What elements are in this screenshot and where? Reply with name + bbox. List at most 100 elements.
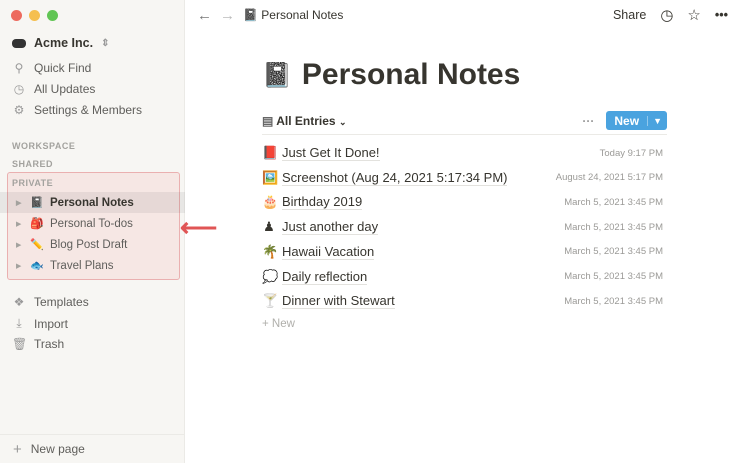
list-item[interactable]: 💭 Daily reflection March 5, 2021 3:45 PM (262, 266, 663, 288)
entry-name[interactable]: Dinner with Stewart (282, 293, 395, 310)
view-selector[interactable]: ▤ All Entries ⌄ (262, 114, 346, 128)
plus-icon: + (262, 318, 269, 330)
list-view-icon: ▤ (262, 113, 274, 128)
sidebar-page-personal-todos[interactable]: ▶ 🎒 Personal To-dos (0, 213, 185, 234)
add-new-entry-button[interactable]: + New (262, 318, 295, 330)
expand-triangle-icon[interactable]: ▶ (16, 199, 24, 207)
sidebar-item-label: Quick Find (34, 61, 92, 75)
more-options-icon[interactable]: ••• (715, 8, 728, 22)
chevron-updown-icon: ⇕ (101, 37, 110, 49)
fish-icon: 🐟 (30, 260, 44, 272)
sidebar-page-personal-notes[interactable]: ▶ 📓 Personal Notes (0, 192, 185, 213)
section-workspace[interactable]: WORKSPACE (12, 141, 75, 151)
add-new-label: New (271, 318, 295, 330)
entry-date: March 5, 2021 3:45 PM (564, 196, 663, 208)
notebook-icon: 📓 (30, 197, 44, 209)
workspace-logo-icon (12, 38, 26, 48)
entry-name[interactable]: Daily reflection (282, 269, 368, 285)
entry-date: March 5, 2021 3:45 PM (564, 295, 663, 307)
breadcrumb-label: Personal Notes (261, 8, 344, 22)
notebook-icon: 📓 (243, 8, 258, 22)
new-button-label: New (614, 113, 640, 128)
list-item[interactable]: 🎂 Birthday 2019 March 5, 2021 3:45 PM (262, 191, 663, 213)
list-item[interactable]: 📕 Just Get It Done! Today 9:17 PM (262, 142, 663, 164)
workspace-name: Acme Inc. (34, 36, 94, 50)
entry-emoji-icon: 🎂 (262, 194, 279, 210)
workspace-switcher[interactable]: Acme Inc. ⇕ (12, 36, 109, 50)
plus-icon: + (13, 440, 22, 458)
star-icon[interactable]: ☆ (687, 6, 700, 24)
list-item[interactable]: 🌴 Hawaii Vacation March 5, 2021 3:45 PM (262, 241, 663, 263)
gear-icon: ⚙ (13, 103, 25, 117)
sidebar-item-label: Settings & Members (34, 103, 143, 117)
window-controls (11, 10, 58, 21)
notebook-icon: 📓 (262, 61, 292, 89)
pencil-icon: ✏️ (30, 239, 44, 251)
entry-emoji-icon: 🍸 (262, 293, 279, 309)
page-title-text: Personal Notes (301, 58, 521, 91)
sidebar-page-travel-plans[interactable]: ▶ 🐟 Travel Plans (0, 255, 185, 276)
view-name: All Entries (276, 113, 336, 128)
new-page-label: New page (30, 442, 85, 456)
forward-arrow-icon[interactable]: → (220, 7, 235, 24)
entry-name[interactable]: Hawaii Vacation (282, 244, 375, 260)
expand-triangle-icon[interactable]: ▶ (16, 262, 24, 270)
sidebar-page-blog-post-draft[interactable]: ▶ ✏️ Blog Post Draft (0, 234, 185, 255)
topbar: ← → 📓 Personal Notes Share ◷ ☆ ••• (185, 0, 740, 30)
share-button[interactable]: Share (613, 8, 646, 22)
expand-triangle-icon[interactable]: ▶ (16, 220, 24, 228)
sidebar-item-all-updates[interactable]: ◷ All Updates (12, 82, 96, 96)
expand-triangle-icon[interactable]: ▶ (16, 241, 24, 249)
page-label: Personal To-dos (50, 217, 133, 230)
entry-emoji-icon: 🌴 (262, 243, 279, 259)
list-item[interactable]: 🍸 Dinner with Stewart March 5, 2021 3:45 P… (262, 290, 663, 312)
search-icon: ⚲ (14, 61, 24, 75)
entry-name[interactable]: Screenshot (Aug 24, 2021 5:17:34 PM) (282, 170, 508, 186)
trash-icon: 🗑 (12, 337, 28, 351)
new-page-button[interactable]: + New page (0, 434, 185, 463)
entry-date: March 5, 2021 3:45 PM (564, 221, 663, 233)
sidebar-item-label: Trash (34, 337, 65, 351)
chevron-down-icon: ⌄ (338, 116, 347, 127)
section-shared[interactable]: SHARED (12, 159, 53, 169)
new-entry-button[interactable]: New ▼ (606, 111, 667, 130)
sidebar-item-label: Import (34, 316, 69, 331)
sidebar-item-trash[interactable]: 🗑 Trash (12, 337, 64, 351)
section-private[interactable]: PRIVATE (12, 178, 53, 188)
maximize-window-button[interactable] (47, 10, 58, 21)
entry-date: August 24, 2021 5:17 PM (555, 172, 663, 184)
close-window-button[interactable] (11, 10, 22, 21)
back-arrow-icon[interactable]: ← (197, 7, 212, 24)
entry-emoji-icon: 🖼️ (262, 169, 279, 185)
sidebar-item-templates[interactable]: ❖ Templates (12, 295, 89, 309)
annotation-arrow-icon: ⟵ (180, 212, 218, 242)
sidebar-item-settings[interactable]: ⚙ Settings & Members (12, 103, 142, 117)
import-icon: ⤓ (16, 316, 22, 330)
entry-name[interactable]: Birthday 2019 (282, 194, 363, 211)
clock-icon: ◷ (13, 82, 25, 96)
sidebar-item-quick-find[interactable]: ⚲ Quick Find (12, 61, 92, 75)
more-options-icon[interactable]: ··· (582, 114, 594, 128)
page-label: Personal Notes (50, 196, 134, 209)
page-title: 📓 Personal Notes (262, 58, 520, 92)
entry-name[interactable]: Just another day (282, 219, 379, 236)
sidebar-item-import[interactable]: ⤓ Import (12, 316, 68, 331)
database-toolbar: ▤ All Entries ⌄ ··· New ▼ (262, 107, 667, 135)
entry-emoji-icon: ♟ (263, 219, 275, 235)
page-label: Travel Plans (50, 259, 114, 272)
list-item[interactable]: ♟ Just another day March 5, 2021 3:45 PM (262, 216, 663, 238)
entry-date: March 5, 2021 3:45 PM (564, 271, 663, 282)
entry-emoji-icon: 📕 (262, 145, 279, 160)
minimize-window-button[interactable] (29, 10, 40, 21)
entry-name[interactable]: Just Get It Done! (282, 145, 380, 161)
sidebar-item-label: All Updates (34, 82, 96, 96)
templates-icon: ❖ (13, 295, 25, 309)
breadcrumb[interactable]: 📓 Personal Notes (243, 8, 343, 22)
sidebar: Acme Inc. ⇕ ⚲ Quick Find ◷ All Updates ⚙ Se… (0, 0, 185, 463)
entry-emoji-icon: 💭 (262, 268, 279, 284)
entry-date: Today 9:17 PM (599, 147, 663, 159)
list-item[interactable]: 🖼️ Screenshot (Aug 24, 2021 5:17:34 PM) Au… (262, 167, 663, 189)
chevron-down-icon[interactable]: ▼ (647, 115, 667, 126)
sidebar-item-label: Templates (34, 295, 89, 309)
updates-clock-icon[interactable]: ◷ (660, 6, 673, 24)
